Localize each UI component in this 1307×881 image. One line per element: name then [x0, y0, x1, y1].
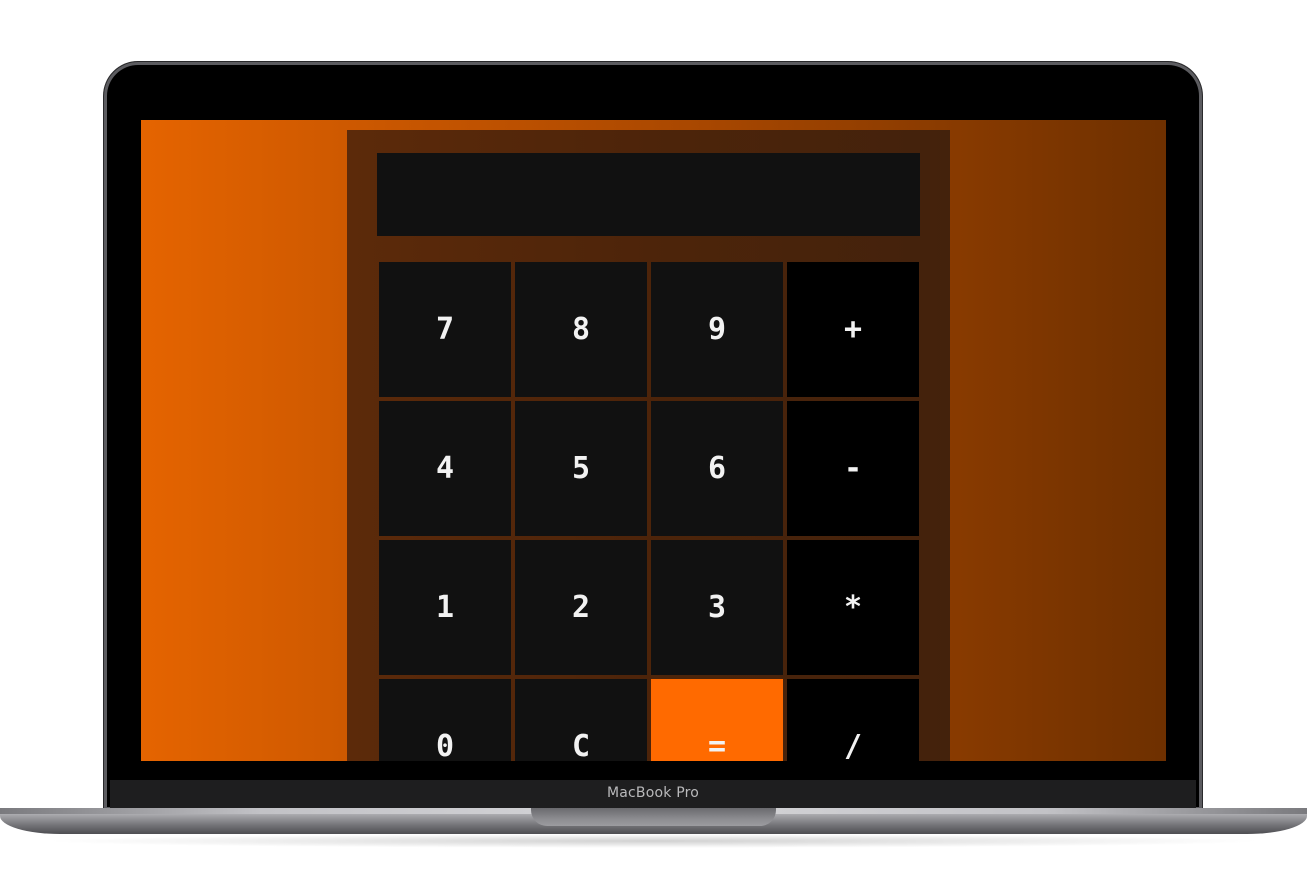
key-6[interactable]: 6 — [651, 401, 783, 536]
key-1[interactable]: 1 — [379, 540, 511, 675]
laptop-chin: MacBook Pro — [110, 780, 1196, 808]
laptop-screen: 7 8 9 + 4 5 6 - 1 2 3 * 0 C = / — [141, 120, 1166, 761]
key-3[interactable]: 3 — [651, 540, 783, 675]
calculator: 7 8 9 + 4 5 6 - 1 2 3 * 0 C = / — [347, 130, 950, 761]
key-9[interactable]: 9 — [651, 262, 783, 397]
laptop-opening-notch — [531, 808, 776, 826]
key-0[interactable]: 0 — [379, 679, 511, 761]
device-label: MacBook Pro — [606, 785, 700, 801]
key-8[interactable]: 8 — [515, 262, 647, 397]
key-divide[interactable]: / — [787, 679, 919, 761]
key-multiply[interactable]: * — [787, 540, 919, 675]
laptop-mockup: 7 8 9 + 4 5 6 - 1 2 3 * 0 C = / MacBook … — [0, 0, 1307, 881]
key-plus[interactable]: + — [787, 262, 919, 397]
key-5[interactable]: 5 — [515, 401, 647, 536]
key-4[interactable]: 4 — [379, 401, 511, 536]
calculator-keypad: 7 8 9 + 4 5 6 - 1 2 3 * 0 C = / — [379, 262, 919, 761]
key-minus[interactable]: - — [787, 401, 919, 536]
key-2[interactable]: 2 — [515, 540, 647, 675]
calculator-display — [377, 153, 920, 236]
key-7[interactable]: 7 — [379, 262, 511, 397]
key-clear[interactable]: C — [515, 679, 647, 761]
laptop-shadow — [40, 834, 1267, 848]
key-equals[interactable]: = — [651, 679, 783, 761]
